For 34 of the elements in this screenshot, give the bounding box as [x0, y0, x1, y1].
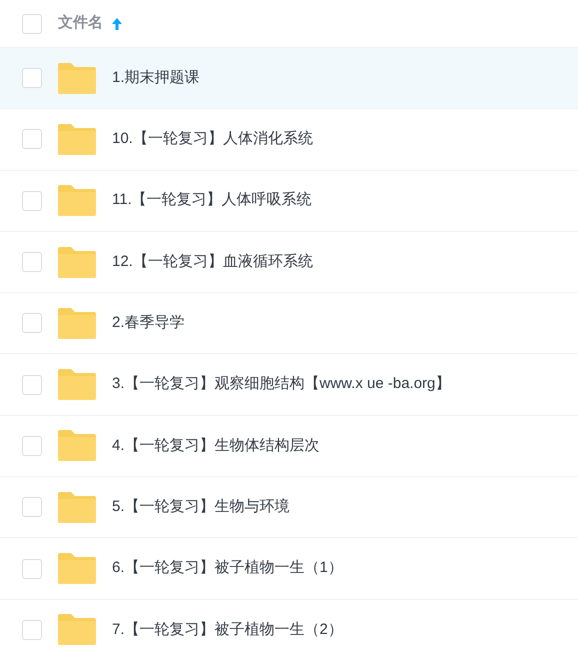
- folder-icon: [58, 246, 96, 278]
- checkbox[interactable]: [22, 558, 42, 579]
- folder-icon: [58, 492, 96, 523]
- folder-icon: [58, 369, 96, 400]
- folder-icon: [58, 124, 96, 155]
- checkbox[interactable]: [22, 497, 42, 518]
- folder-icon: [58, 185, 96, 216]
- file-name[interactable]: 3.【一轮复习】观察细胞结构【www.x ue -ba.org】: [112, 373, 450, 396]
- checkbox[interactable]: [22, 313, 42, 334]
- file-name[interactable]: 5.【一轮复习】生物与环境: [112, 496, 290, 518]
- file-row[interactable]: 11.【一轮复习】人体呼吸系统: [0, 170, 578, 232]
- sort-up-arrow-icon[interactable]: [111, 16, 123, 30]
- checkbox[interactable]: [22, 252, 42, 272]
- checkbox[interactable]: [22, 374, 42, 395]
- folder-icon: [58, 308, 96, 339]
- checkbox[interactable]: [22, 129, 42, 150]
- folder-icon: [58, 430, 96, 462]
- file-name[interactable]: 1.期末押题课: [112, 66, 200, 90]
- checkbox[interactable]: [22, 14, 42, 34]
- file-name[interactable]: 12.【一轮复习】血液循环系统: [112, 250, 313, 274]
- file-row[interactable]: 1.期末押题课: [0, 48, 578, 110]
- checkbox[interactable]: [22, 190, 42, 211]
- file-name[interactable]: 7.【一轮复习】被子植物一生（2）: [112, 618, 343, 642]
- file-name[interactable]: 4.【一轮复习】生物体结构层次: [112, 434, 320, 458]
- folder-icon: [58, 553, 96, 584]
- file-name[interactable]: 6.【一轮复习】被子植物一生（1）: [112, 557, 343, 580]
- checkbox[interactable]: [22, 436, 42, 456]
- file-name[interactable]: 11.【一轮复习】人体呼吸系统: [112, 189, 312, 212]
- checkbox[interactable]: [22, 68, 42, 88]
- file-name[interactable]: 10.【一轮复习】人体消化系统: [112, 128, 313, 151]
- checkbox[interactable]: [22, 620, 42, 640]
- folder-icon: [58, 62, 96, 94]
- file-name[interactable]: 2.春季导学: [112, 312, 185, 335]
- folder-icon: [58, 614, 96, 646]
